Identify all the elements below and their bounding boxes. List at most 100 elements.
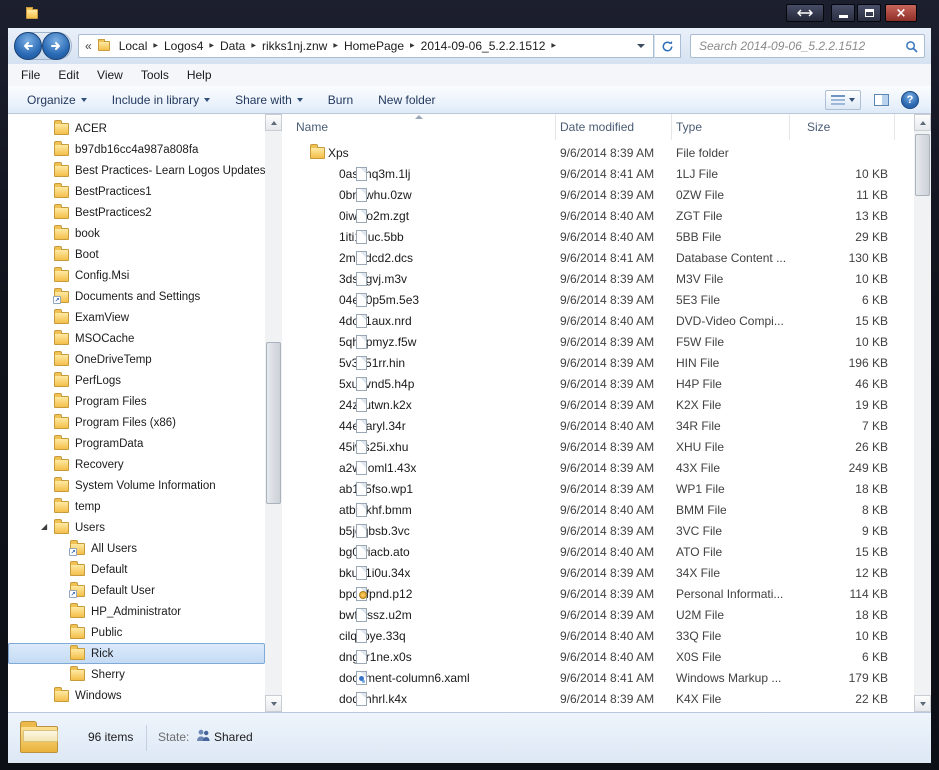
sidebar-item-examview[interactable]: ExamView: [8, 307, 265, 328]
file-row[interactable]: ab1y5fso.wp1 9/6/2014 8:39 AM WP1 File 18 K…: [282, 479, 914, 500]
sidebar-item-b97db16cc4a987a808fa[interactable]: b97db16cc4a987a808fa: [8, 139, 265, 160]
back-button[interactable]: [14, 32, 42, 60]
maximize-button[interactable]: [857, 4, 881, 22]
file-row[interactable]: bg0wiacb.ato 9/6/2014 8:40 AM ATO File 15 K…: [282, 542, 914, 563]
breadcrumb-item-2014-09-06-5-2-2-1512[interactable]: 2014-09-06_5.2.2.1512: [416, 39, 551, 53]
sidebar-item-windows[interactable]: Windows: [8, 685, 265, 706]
sidebar-item-default[interactable]: Default: [8, 559, 265, 580]
file-row[interactable]: bkuu1i0u.34x 9/6/2014 8:39 AM 34X File 12 K…: [282, 563, 914, 584]
sidebar-item-perflogs[interactable]: PerfLogs: [8, 370, 265, 391]
sidebar-item-sherry[interactable]: Sherry: [8, 664, 265, 685]
sidebar-item-boot[interactable]: Boot: [8, 244, 265, 265]
minimize-button[interactable]: [831, 4, 855, 22]
sidebar-item-recovery[interactable]: Recovery: [8, 454, 265, 475]
breadcrumb-item-homepage[interactable]: HomePage: [339, 39, 409, 53]
file-row[interactable]: 24zkutwn.k2x 9/6/2014 8:39 AM K2X File 19 K…: [282, 395, 914, 416]
refresh-button[interactable]: [654, 34, 681, 58]
sidebar-scrollbar[interactable]: [265, 114, 282, 712]
file-row[interactable]: document-column6.xaml 9/6/2014 8:41 AM Win…: [282, 668, 914, 689]
breadcrumb-item-rikks1nj-znw[interactable]: rikks1nj.znw: [257, 39, 332, 53]
sidebar-item-public[interactable]: Public: [8, 622, 265, 643]
menu-help[interactable]: Help: [178, 66, 221, 84]
preview-pane-button[interactable]: [869, 90, 893, 110]
search-icon[interactable]: [905, 40, 924, 53]
breadcrumb-item-local[interactable]: Local: [114, 39, 153, 53]
file-list-scrollbar[interactable]: [914, 114, 931, 712]
scroll-down-button[interactable]: [914, 695, 931, 712]
menu-edit[interactable]: Edit: [49, 66, 88, 84]
scroll-up-button[interactable]: [265, 114, 282, 131]
sidebar-item-program-files[interactable]: Program Files: [8, 391, 265, 412]
file-row[interactable]: 5qh0pmyz.f5w 9/6/2014 8:39 AM F5W File 10 K…: [282, 332, 914, 353]
file-row[interactable]: cilqxpye.33q 9/6/2014 8:40 AM 33Q File 10 K…: [282, 626, 914, 647]
change-view-button[interactable]: [825, 89, 861, 110]
column-header-size[interactable]: Size: [790, 114, 895, 140]
column-header-name[interactable]: Name: [282, 114, 556, 140]
menu-file[interactable]: File: [12, 66, 49, 84]
column-header-type[interactable]: Type: [672, 114, 790, 140]
file-row[interactable]: bwflessz.u2m 9/6/2014 8:39 AM U2M File 18 K…: [282, 605, 914, 626]
sidebar-item-book[interactable]: book: [8, 223, 265, 244]
toolbar-new-folder[interactable]: New folder: [369, 89, 444, 111]
sidebar-item-all-users[interactable]: ↗ All Users: [8, 538, 265, 559]
sidebar-item-users[interactable]: ◢ Users: [8, 517, 265, 538]
menu-view[interactable]: View: [88, 66, 132, 84]
file-row[interactable]: 2mdldcd2.dcs 9/6/2014 8:41 AM Database Con…: [282, 248, 914, 269]
sidebar-item-acer[interactable]: ACER: [8, 118, 265, 139]
sidebar-item-rick[interactable]: Rick: [8, 643, 265, 664]
file-row[interactable]: 0asqnq3m.1lj 9/6/2014 8:41 AM 1LJ File 10 K…: [282, 164, 914, 185]
forward-button[interactable]: [42, 32, 70, 60]
tree-expanded-icon[interactable]: ◢: [41, 523, 47, 531]
sidebar-item-best-practices-learn-logos-updates[interactable]: Best Practices- Learn Logos Updates: [8, 160, 265, 181]
sidebar-item-documents-and-settings[interactable]: ↗ Documents and Settings: [8, 286, 265, 307]
sidebar-item-temp[interactable]: temp: [8, 496, 265, 517]
file-row[interactable]: Xps 9/6/2014 8:39 AM File folder: [282, 143, 914, 164]
breadcrumb-overflow-button[interactable]: «: [79, 39, 96, 53]
scrollbar-thumb[interactable]: [266, 342, 281, 504]
sidebar-item-config-msi[interactable]: Config.Msi: [8, 265, 265, 286]
file-row[interactable]: b5jqqbsb.3vc 9/6/2014 8:39 AM 3VC File 9 KB: [282, 521, 914, 542]
breadcrumb-item-data[interactable]: Data: [215, 39, 250, 53]
toolbar-share-with[interactable]: Share with: [226, 89, 312, 111]
sidebar-item-hp-administrator[interactable]: HP_Administrator: [8, 601, 265, 622]
file-row[interactable]: 44e0aryl.34r 9/6/2014 8:40 AM 34R File 7 KB: [282, 416, 914, 437]
sidebar-item-system-volume-information[interactable]: System Volume Information: [8, 475, 265, 496]
file-row[interactable]: 04e20p5m.5e3 9/6/2014 8:39 AM 5E3 File 6 KB: [282, 290, 914, 311]
address-bar[interactable]: « Local ▶ Logos4 ▶ Data ▶ rikks1nj.znw ▶ HomePag…: [78, 34, 654, 58]
file-row[interactable]: 3dstrgvj.m3v 9/6/2014 8:39 AM M3V File 10 K…: [282, 269, 914, 290]
toolbar-burn[interactable]: Burn: [319, 89, 362, 111]
sidebar-item-default-user[interactable]: ↗ Default User: [8, 580, 265, 601]
sidebar-item-programdata[interactable]: ProgramData: [8, 433, 265, 454]
file-row[interactable]: 0iw4io2m.zgt 9/6/2014 8:40 AM ZGT File 13 K…: [282, 206, 914, 227]
toolbar-include-in-library[interactable]: Include in library: [103, 89, 219, 111]
scroll-up-button[interactable]: [914, 114, 931, 131]
help-button[interactable]: ?: [901, 90, 919, 109]
file-row[interactable]: atbt4khf.bmm 9/6/2014 8:40 AM BMM File 8 KB: [282, 500, 914, 521]
menu-tools[interactable]: Tools: [132, 66, 178, 84]
file-row[interactable]: a2wuoml1.43x 9/6/2014 8:39 AM 43X File 249 …: [282, 458, 914, 479]
file-row[interactable]: 5v3n51rr.hin 9/6/2014 8:39 AM HIN File 196 …: [282, 353, 914, 374]
nav-arrows-button[interactable]: [786, 4, 824, 22]
column-header-date-modified[interactable]: Date modified: [556, 114, 672, 140]
toolbar-organize[interactable]: Organize: [18, 89, 96, 111]
sidebar-item-bestpractices2[interactable]: BestPractices2: [8, 202, 265, 223]
sidebar-item-bestpractices1[interactable]: BestPractices1: [8, 181, 265, 202]
file-row[interactable]: dodshhrl.k4x 9/6/2014 8:39 AM K4X File 22 K…: [282, 689, 914, 710]
file-row[interactable]: 5xuavnd5.h4p 9/6/2014 8:39 AM H4P File 46 K…: [282, 374, 914, 395]
file-row[interactable]: 45iws25i.xhu 9/6/2014 8:39 AM XHU File 26 K…: [282, 437, 914, 458]
search-input[interactable]: [691, 39, 905, 53]
scroll-down-button[interactable]: [265, 695, 282, 712]
file-row[interactable]: 4dch1aux.nrd 9/6/2014 8:40 AM DVD-Video Co…: [282, 311, 914, 332]
file-row[interactable]: bpq4fpnd.p12 9/6/2014 8:39 AM Personal Inf…: [282, 584, 914, 605]
scrollbar-thumb[interactable]: [915, 134, 930, 196]
breadcrumb-item-logos4[interactable]: Logos4: [159, 39, 208, 53]
search-box[interactable]: [690, 34, 925, 58]
file-row[interactable]: dng2r1ne.x0s 9/6/2014 8:40 AM X0S File 6 KB: [282, 647, 914, 668]
file-row[interactable]: 1iti1guc.5bb 9/6/2014 8:40 AM 5BB File 29 K…: [282, 227, 914, 248]
address-dropdown-button[interactable]: [629, 44, 653, 48]
sidebar-item-program-files-x86[interactable]: Program Files (x86): [8, 412, 265, 433]
close-button[interactable]: ×: [885, 4, 917, 22]
file-row[interactable]: 0brlkwhu.0zw 9/6/2014 8:39 AM 0ZW File 11 K…: [282, 185, 914, 206]
sidebar-item-onedrivetemp[interactable]: OneDriveTemp: [8, 349, 265, 370]
sidebar-item-msocache[interactable]: MSOCache: [8, 328, 265, 349]
